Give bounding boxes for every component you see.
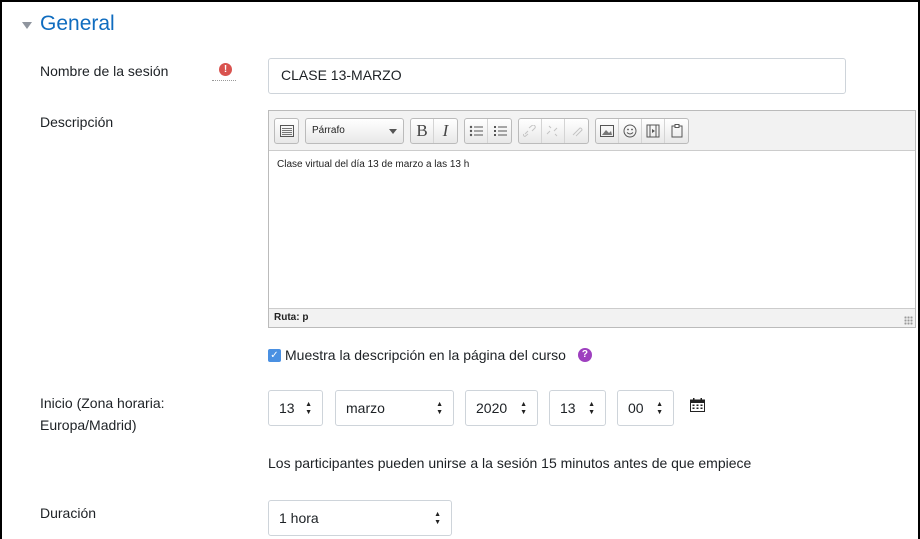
updown-arrows-icon: ▲ ▼ [656,401,663,416]
description-label: Descripción [40,114,114,130]
start-month-select[interactable]: marzo ▲ ▼ [335,390,454,426]
start-minute-select[interactable]: 00 ▲ ▼ [617,390,674,426]
emoticon-icon[interactable] [619,118,642,143]
start-label-line2: Europa/Madrid) [40,417,137,433]
updown-arrows-icon: ▲ ▼ [588,401,595,416]
media-icon[interactable] [642,118,665,143]
expand-toolbar-icon[interactable] [275,119,298,143]
editor-toolbar: Párrafo B I [269,111,915,151]
updown-arrows-icon: ▲ ▼ [520,401,527,416]
start-year-value: 2020 [476,400,508,416]
duration-select[interactable]: 1 hora ▲ ▼ [268,500,452,536]
updown-arrows-icon: ▲ ▼ [434,511,441,526]
paste-icon[interactable] [665,119,688,143]
updown-arrows-icon: ▲ ▼ [305,401,312,416]
collapse-caret-icon[interactable] [22,21,32,29]
start-minute-value: 00 [628,400,644,416]
description-editor: Párrafo B I Clase virtual del día 13 de … [268,110,916,328]
help-question-icon[interactable]: ? [577,348,592,362]
toolbar-group-lists [464,117,512,144]
anchor-icon[interactable] [565,119,588,143]
paragraph-format-value: Párrafo [312,125,345,136]
italic-icon[interactable]: I [434,119,457,143]
show-description-row: ✓ Muestra la descripción en la página de… [268,347,592,363]
editor-content[interactable]: Clase virtual del día 13 de marzo a las … [269,151,915,308]
toolbar-group-links [518,117,589,144]
session-name-label: Nombre de la sesión [40,63,169,79]
show-description-checkbox[interactable]: ✓ [268,348,281,362]
bullet-list-icon[interactable] [465,118,488,143]
section-title[interactable]: General [40,12,115,36]
paragraph-format-select[interactable]: Párrafo [306,119,403,143]
session-name-input[interactable]: CLASE 13-MARZO [268,58,846,94]
numbered-list-icon[interactable] [488,119,511,143]
link-icon[interactable] [519,118,542,143]
start-day-value: 13 [279,400,295,416]
start-hour-select[interactable]: 13 ▲ ▼ [549,390,606,426]
start-month-value: marzo [346,400,385,416]
join-note-text: Los participantes pueden unirse a la ses… [268,455,752,471]
toolbar-group-style: B I [410,117,458,144]
calendar-icon[interactable] [690,398,705,412]
toolbar-group-media [595,117,689,144]
editor-pathbar: Ruta: p [269,308,915,327]
start-hour-value: 13 [560,400,576,416]
duration-value: 1 hora [279,510,319,526]
chevron-down-icon [389,128,397,134]
resize-handle-icon[interactable] [904,316,913,325]
image-icon[interactable] [596,118,619,143]
description-text: Clase virtual del día 13 de marzo a las … [277,159,470,170]
bold-icon[interactable]: B [411,118,434,143]
updown-arrows-icon: ▲ ▼ [436,401,443,416]
start-label-line1: Inicio (Zona horaria: [40,395,165,411]
toolbar-group-format: Párrafo [305,117,404,144]
start-day-select[interactable]: 13 ▲ ▼ [268,390,323,426]
section-header-general[interactable]: General [22,12,115,36]
toolbar-group-expand [274,117,299,144]
required-underline [212,80,236,81]
required-exclamation-icon: ! [219,63,232,76]
duration-label: Duración [40,505,97,521]
unlink-icon[interactable] [542,118,565,143]
show-description-label[interactable]: Muestra la descripción en la página del … [285,347,566,363]
start-year-select[interactable]: 2020 ▲ ▼ [465,390,538,426]
editor-path-label: Ruta: p [274,312,309,323]
